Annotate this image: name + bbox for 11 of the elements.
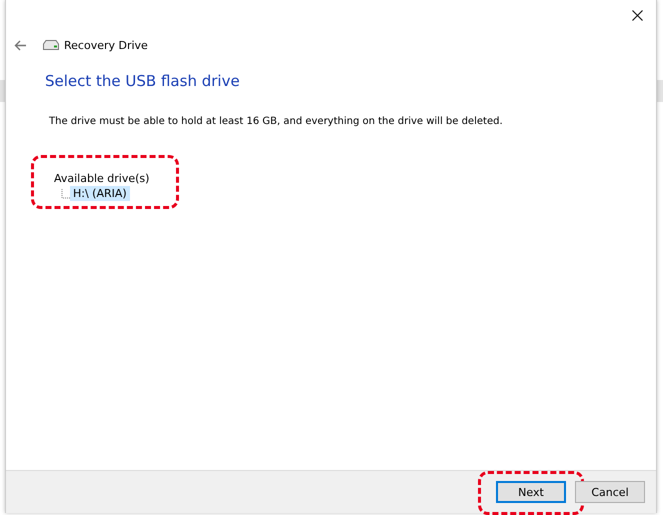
close-icon[interactable] [632, 10, 643, 20]
tree-item[interactable]: Available drive(s) [53, 172, 183, 185]
tree-item[interactable]: H:\ (ARIA) [70, 186, 130, 201]
window-title: Recovery Drive [64, 38, 148, 52]
drive-icon [43, 40, 59, 50]
description-text: The drive must be able to hold at least 16 GB, and everything on the drive will be deleted. [49, 116, 504, 127]
back-arrow-icon[interactable] [14, 40, 27, 50]
next-button[interactable]: Next [496, 481, 566, 504]
page-heading: Select the USB flash drive [45, 72, 241, 90]
tree-connector-icon [61, 189, 70, 201]
cancel-button[interactable]: Cancel [575, 481, 645, 504]
